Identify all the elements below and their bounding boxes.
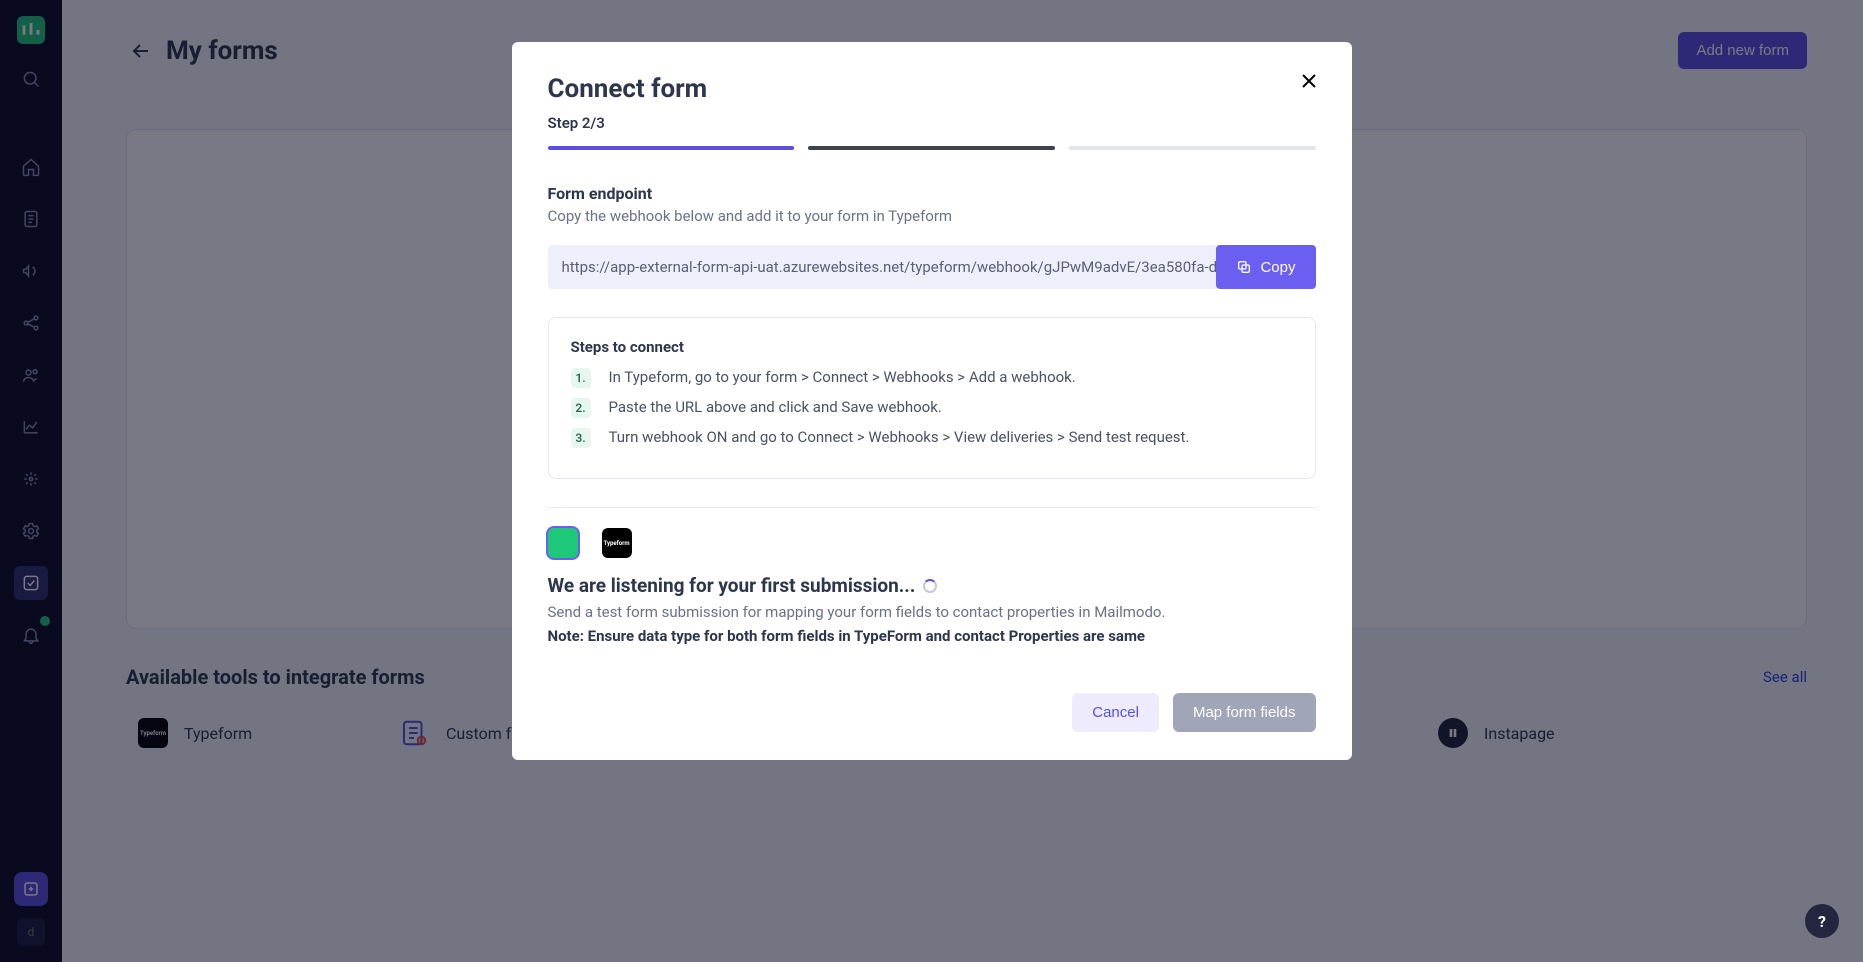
step-1: 1. In Typeform, go to your form > Connec…: [571, 368, 1293, 388]
progress-bar: [548, 146, 1316, 150]
listening-sub: Send a test form submission for mapping …: [548, 603, 1316, 621]
close-button[interactable]: [1294, 66, 1324, 96]
help-button[interactable]: ?: [1805, 904, 1839, 938]
progress-step-3: [1069, 146, 1316, 150]
modal-title: Connect form: [548, 74, 1316, 104]
modal-footer: Cancel Map form fields: [548, 693, 1316, 732]
step-number: 1.: [571, 368, 591, 388]
step-number: 2.: [571, 398, 591, 418]
listening-title-text: We are listening for your first submissi…: [548, 574, 916, 597]
connect-form-modal: Connect form Step 2/3 Form endpoint Copy…: [512, 42, 1352, 760]
steps-title: Steps to connect: [571, 338, 1293, 356]
step-text: In Typeform, go to your form > Connect >…: [609, 368, 1076, 386]
close-icon: [1297, 69, 1321, 93]
step-text: Paste the URL above and click and Save w…: [609, 398, 942, 416]
copy-icon: [1236, 259, 1252, 275]
endpoint-heading: Form endpoint: [548, 184, 1316, 203]
step-number: 3.: [571, 428, 591, 448]
listening-title: We are listening for your first submissi…: [548, 574, 1316, 597]
progress-step-2: [808, 146, 1055, 150]
mailmodo-icon: [548, 528, 578, 558]
copy-button[interactable]: Copy: [1216, 245, 1315, 289]
map-form-fields-button[interactable]: Map form fields: [1173, 693, 1316, 732]
modal-overlay: Connect form Step 2/3 Form endpoint Copy…: [0, 0, 1863, 962]
integration-logos: Typeform: [548, 528, 1316, 558]
typeform-icon: Typeform: [602, 528, 632, 558]
step-2: 2. Paste the URL above and click and Sav…: [571, 398, 1293, 418]
progress-step-1: [548, 146, 795, 150]
listening-note: Note: Ensure data type for both form fie…: [548, 627, 1316, 645]
cancel-button[interactable]: Cancel: [1072, 693, 1159, 732]
steps-box: Steps to connect 1. In Typeform, go to y…: [548, 317, 1316, 479]
endpoint-subtext: Copy the webhook below and add it to you…: [548, 207, 1316, 225]
loading-spinner-icon: [923, 579, 937, 593]
copy-label: Copy: [1260, 259, 1295, 276]
endpoint-url-field[interactable]: https://app-external-form-api-uat.azurew…: [548, 245, 1217, 289]
divider: [548, 507, 1316, 508]
step-3: 3. Turn webhook ON and go to Connect > W…: [571, 428, 1293, 448]
step-text: Turn webhook ON and go to Connect > Webh…: [609, 428, 1190, 446]
step-indicator: Step 2/3: [548, 114, 1316, 132]
